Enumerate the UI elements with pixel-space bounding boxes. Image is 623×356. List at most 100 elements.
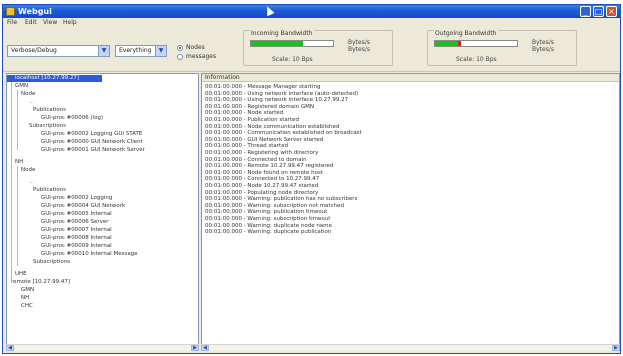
tree-item[interactable]: Publications (33, 187, 66, 194)
mouse-cursor-icon (263, 4, 275, 17)
outgoing-bar-marker (457, 41, 461, 46)
chevron-down-icon[interactable]: ▼ (155, 46, 166, 56)
message-log[interactable]: Information 00:01:00.000 - Message Manag… (201, 73, 620, 351)
filter-value: Everything (119, 47, 152, 54)
tree-item[interactable]: GUI-proc #00005 Internal (41, 211, 112, 218)
log-entry[interactable]: 00:01:00.000 - Warning: publication has … (205, 196, 357, 202)
log-entry[interactable]: 00:01:00.000 - Node 10.27.99.47 started (205, 183, 318, 189)
tree-item[interactable]: GMN (15, 83, 28, 90)
log-entry[interactable]: 00:01:00.000 - Communication established… (205, 130, 362, 136)
incoming-bandwidth-group: Incoming Bandwidth Bytes/s Bytes/s Scale… (243, 30, 393, 66)
tree-connector-line (17, 90, 18, 150)
log-entry[interactable]: 00:01:00.000 - Warning: subscription not… (205, 203, 344, 209)
title-bar[interactable]: Webgui _ □ × (3, 4, 620, 18)
log-entry[interactable]: 00:01:00.000 - Message Manager starting (205, 84, 320, 90)
scroll-left-icon[interactable]: ◀ (201, 345, 209, 351)
incoming-text2: Bytes/s (348, 46, 370, 53)
tree-item[interactable]: ... (29, 179, 34, 186)
app-window: Webgui _ □ × File Edit View Help Verbose… (2, 4, 621, 354)
tree-item[interactable]: GUI-proc #00006 (log) (41, 115, 103, 122)
log-entry[interactable]: 00:01:00.000 - Publication started (205, 117, 299, 123)
log-entry[interactable]: 00:01:00.000 - Thread started (205, 143, 288, 149)
incoming-text1: Bytes/s (348, 39, 370, 46)
log-entry[interactable]: 00:01:00.000 - Connected to domain (205, 157, 307, 163)
tree-item[interactable]: CHC (21, 303, 33, 310)
radio-messages[interactable] (177, 54, 183, 60)
tree-item[interactable]: NH (21, 295, 29, 302)
outgoing-bandwidth-group: Outgoing Bandwidth Bytes/s Bytes/s Scale… (427, 30, 577, 66)
tree-item[interactable]: GUI-proc #00002 Logging (41, 195, 112, 202)
menu-bar: File Edit View Help (3, 18, 620, 28)
tree-item[interactable]: remote [10.27.99.47] (11, 279, 70, 286)
menu-file[interactable]: File (7, 19, 17, 26)
incoming-label: Incoming Bandwidth (250, 30, 314, 37)
log-entry[interactable]: 00:01:00.000 - Warning: duplicate node n… (205, 223, 332, 229)
log-entry[interactable]: 00:01:00.000 - Node communication establ… (205, 124, 339, 130)
log-hscrollbar[interactable]: ◀ ▶ (201, 344, 620, 351)
log-column-header[interactable]: Information (202, 74, 619, 82)
log-entry[interactable]: 00:01:00.000 - Registered domain GMN (205, 104, 314, 110)
outgoing-bar-fill (435, 41, 458, 46)
tree-item[interactable]: Publications (33, 107, 66, 114)
log-entry[interactable]: 00:01:00.000 - GUI Network Server starte… (205, 137, 323, 143)
incoming-bar-fill (251, 41, 303, 46)
maximize-button[interactable]: □ (593, 6, 604, 17)
loglevel-value: Verbose/Debug (11, 47, 57, 54)
log-entry[interactable]: 00:01:00.000 - Warning: subscription tim… (205, 216, 330, 222)
tree-item[interactable]: GMN (21, 287, 34, 294)
menu-help[interactable]: Help (63, 19, 77, 26)
tree-item[interactable]: ... (29, 99, 34, 106)
tree-item[interactable]: GUI-proc #00002 Logging GUI STATE (41, 131, 142, 138)
outgoing-label: Outgoing Bandwidth (434, 30, 498, 37)
log-entry[interactable]: 00:01:00.000 - Populating node directory (205, 190, 318, 196)
tree-item[interactable]: GUI-proc #00010 Internal Message (41, 251, 138, 258)
tree-item[interactable]: UHE (15, 271, 27, 278)
radio-messages-label: messages (186, 53, 217, 60)
outgoing-text2: Bytes/s (532, 46, 554, 53)
tree-connector-line (17, 166, 18, 266)
tree-item[interactable]: GUI-proc #00006 Server (41, 219, 109, 226)
scroll-left-icon[interactable]: ◀ (6, 345, 14, 351)
scroll-right-icon[interactable]: ▶ (612, 345, 620, 351)
log-entry[interactable]: 00:01:00.000 - Node found on remote host (205, 170, 323, 176)
log-entry[interactable]: 00:01:00.000 - Remote 10.27.99.47 regist… (205, 163, 333, 169)
log-entry[interactable]: 00:01:00.000 - Connected to 10.27.99.47 (205, 176, 319, 182)
radio-nodes-label: Nodes (186, 44, 205, 51)
outgoing-scale: Scale: 10 Bps (456, 56, 497, 63)
menu-view[interactable]: View (43, 19, 57, 26)
tree-item[interactable]: Subscriptions (29, 123, 66, 130)
scroll-right-icon[interactable]: ▶ (191, 345, 199, 351)
window-title: Webgui (18, 7, 52, 16)
incoming-scale: Scale: 10 Bps (272, 56, 313, 63)
close-button[interactable]: × (606, 6, 617, 17)
log-entry[interactable]: 00:01:00.000 - Using network interface (… (205, 91, 358, 97)
log-entry[interactable]: 00:01:00.000 - Warning: publication time… (205, 209, 327, 215)
log-entry[interactable]: 00:01:00.000 - Warning: duplicate public… (205, 229, 331, 235)
log-entry[interactable]: 00:01:00.000 - Node started (205, 110, 283, 116)
tree-root-node[interactable]: localhost [10.27.99.27] (7, 75, 102, 82)
tree-item[interactable]: NH (15, 159, 23, 166)
tree-item[interactable]: GUI-proc #00009 Internal (41, 243, 112, 250)
tree-item[interactable]: GUI-proc #00000 GUI Network Client (41, 139, 143, 146)
chevron-down-icon[interactable]: ▼ (98, 46, 109, 56)
filter-select[interactable]: Everything ▼ (115, 45, 167, 57)
outgoing-bar (434, 40, 518, 47)
tree-item[interactable]: Node (21, 91, 35, 98)
tree-item[interactable]: Node (21, 167, 35, 174)
node-tree[interactable]: localhost [10.27.99.27] GMN Node... Public… (6, 73, 199, 351)
menu-edit[interactable]: Edit (25, 19, 37, 26)
loglevel-select[interactable]: Verbose/Debug ▼ (7, 45, 110, 57)
tree-item[interactable]: GUI-proc #00004 GUI Network (41, 203, 125, 210)
tree-item[interactable]: GUI-proc #00001 GUI Network Server (41, 147, 145, 154)
tree-item[interactable]: GUI-proc #00007 Internal (41, 227, 112, 234)
outgoing-text1: Bytes/s (532, 39, 554, 46)
log-entry[interactable]: 00:01:00.000 - Using network interface 1… (205, 97, 348, 103)
log-entry[interactable]: 00:01:00.000 - Registering with director… (205, 150, 318, 156)
radio-nodes[interactable] (177, 45, 183, 51)
tree-item[interactable]: GUI-proc #00008 Internal (41, 235, 112, 242)
app-icon (6, 7, 15, 16)
minimize-button[interactable]: _ (580, 6, 591, 17)
tree-hscrollbar[interactable]: ◀ ▶ (6, 344, 199, 351)
incoming-bar (250, 40, 334, 47)
tree-item[interactable]: Subscriptions (33, 259, 70, 266)
